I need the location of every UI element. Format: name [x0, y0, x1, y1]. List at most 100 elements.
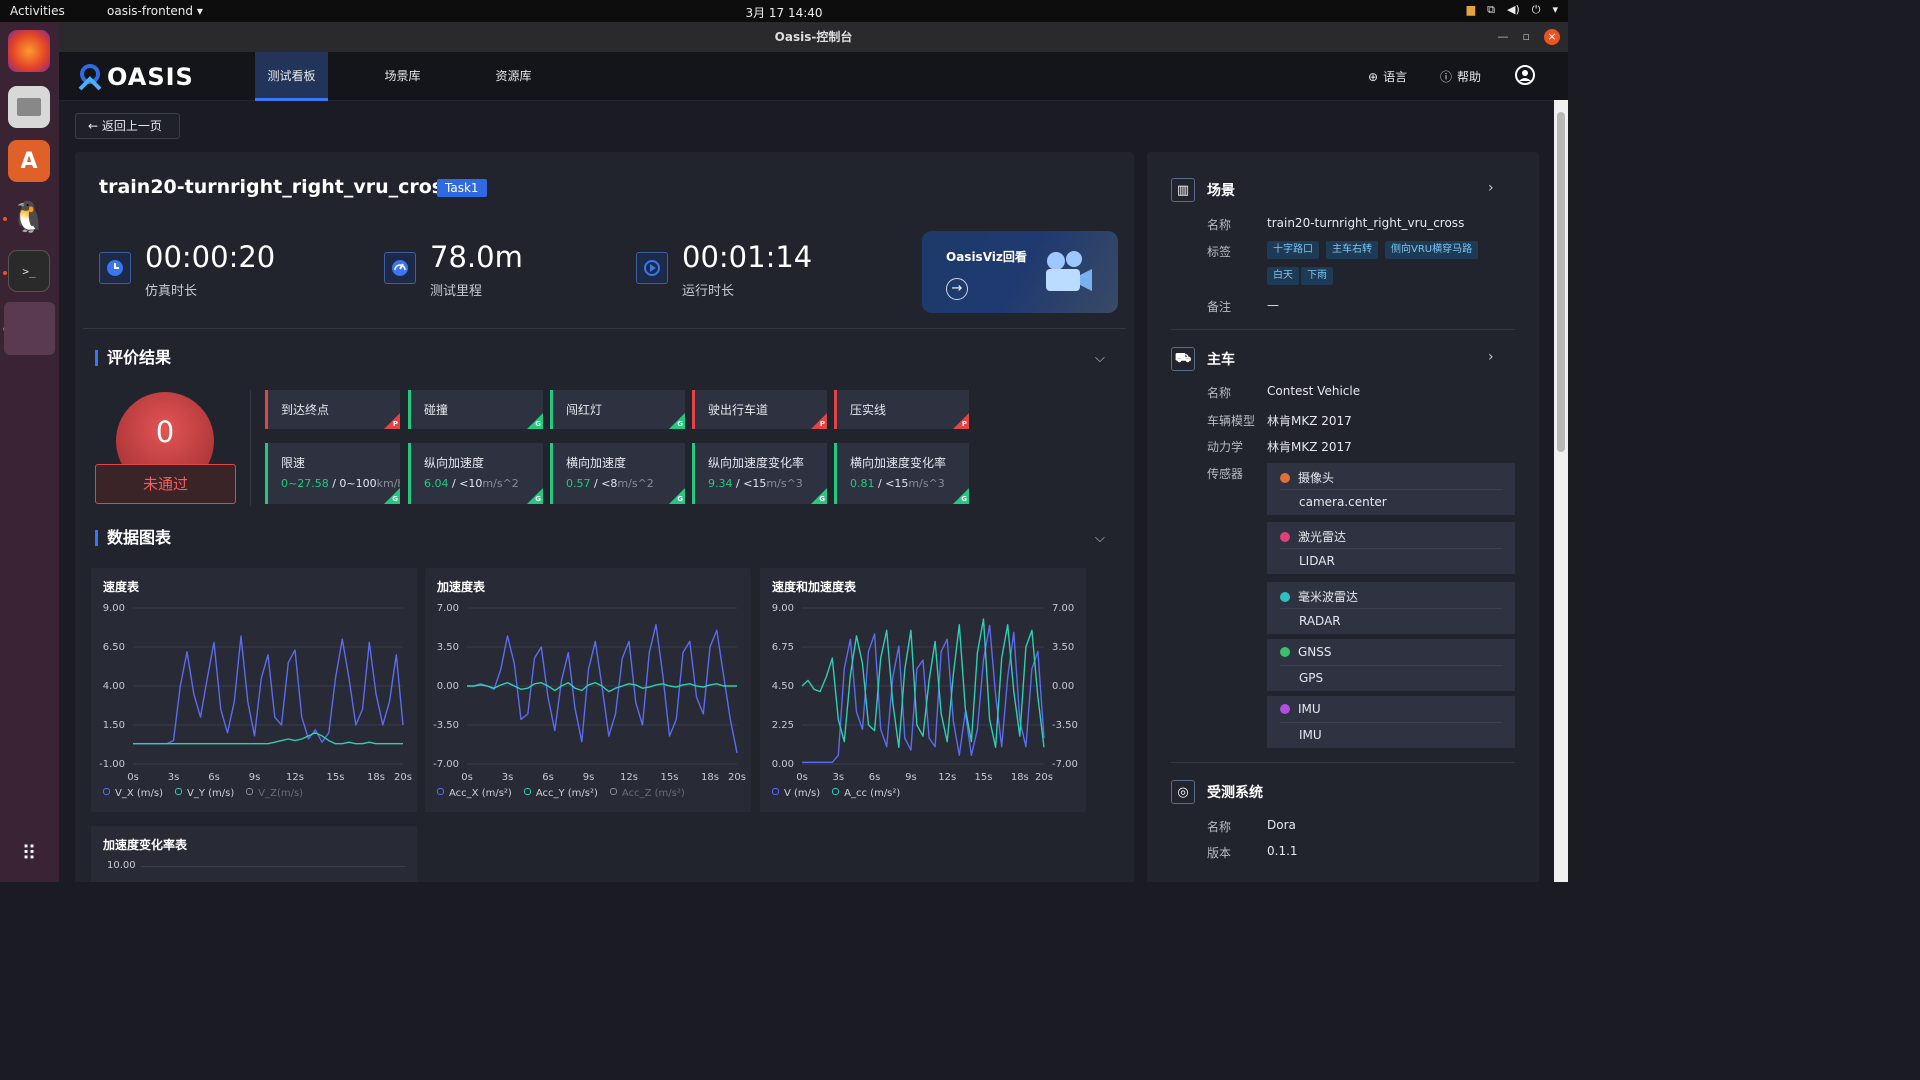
camera-icon: [1280, 472, 1290, 483]
field-label: 车辆模型: [1207, 414, 1256, 428]
legend-item[interactable]: V_X (m/s): [103, 788, 163, 799]
metric-name: 限速: [281, 456, 306, 470]
metric-value: 0.81: [850, 477, 875, 490]
x-tick-label: 9s: [905, 772, 917, 783]
metric-card: 纵向加速度 6.04 / <10m/s^2 G: [408, 443, 543, 504]
language-button[interactable]: ⊕ 语言: [1368, 68, 1407, 85]
tab-resources[interactable]: 资源库: [477, 52, 550, 101]
gnss-icon: [1280, 647, 1290, 657]
chart-panel: 加速度表 7.00 3.50 0.00 -3.50 -7.00 0s 3s 6s 9s 12s 15…: [425, 568, 751, 812]
chevron-down-icon[interactable]: ▾: [1552, 3, 1558, 17]
y-tick-label: 0.00: [437, 681, 459, 692]
field-label: 名称: [1207, 386, 1232, 400]
metric-value: 6.04: [424, 477, 449, 490]
scene-header: ▥ 场景: [1171, 178, 1235, 202]
legend-item[interactable]: A_cc (m/s²): [832, 788, 900, 799]
qq-icon[interactable]: 🐧: [8, 196, 50, 238]
metric-name: 纵向加速度变化率: [708, 456, 805, 470]
x-tick-label: 18s: [367, 772, 385, 783]
legend-item[interactable]: Acc_X (m/s²): [437, 788, 512, 799]
sut-title: 受测系统: [1207, 785, 1263, 801]
help-button[interactable]: ⓘ 帮助: [1440, 68, 1481, 85]
metric-value: 0~27.58: [281, 477, 329, 490]
user-icon: [1515, 65, 1535, 85]
arrow-right-icon[interactable]: →: [946, 278, 968, 300]
legend-item[interactable]: Acc_Y (m/s²): [524, 788, 598, 799]
scrollbar-thumb[interactable]: [1557, 112, 1565, 452]
x-tick-label: 20s: [394, 772, 412, 783]
metric-flag: G: [384, 488, 400, 504]
clock[interactable]: 3月 17 14:40: [0, 4, 1568, 21]
stat-value: 00:01:14: [682, 240, 813, 274]
legend-item[interactable]: V_Y (m/s): [175, 788, 234, 799]
legend-item[interactable]: V_Z(m/s): [246, 788, 303, 799]
tab-scenarios[interactable]: 场景库: [366, 52, 439, 101]
y-tick-label: 4.50: [772, 681, 794, 692]
check-card: 碰撞 G: [408, 390, 543, 429]
chart-legend: V (m/s) A_cc (m/s²): [772, 788, 900, 799]
x-tick-label: 9s: [583, 772, 595, 783]
chart-legend: V_X (m/s) V_Y (m/s) V_Z(m/s): [103, 788, 303, 799]
clock-icon: [99, 252, 131, 284]
user-avatar[interactable]: [1515, 65, 1535, 85]
power-icon[interactable]: ⏻: [1532, 3, 1541, 17]
arrow-left-icon: ←: [88, 119, 99, 133]
chart-panel: 速度和加速度表 9.00 7.00 6.75 3.50 4.50 0.00 2.25 -3.5…: [760, 568, 1086, 812]
metric-unit: m/s^3: [908, 477, 945, 490]
sensor-type: GNSS: [1298, 645, 1332, 659]
check-name: 闯红灯: [566, 403, 603, 417]
dock: A 🐧 >_ ⠿: [0, 22, 59, 882]
terminal-icon[interactable]: >_: [8, 250, 50, 292]
sensor-card: 激光雷达 LIDAR: [1267, 522, 1515, 574]
field-label: 名称: [1207, 820, 1232, 834]
maximize-icon[interactable]: ▫: [1523, 22, 1530, 52]
metric-value: 0.57: [566, 477, 591, 490]
tab-dashboard[interactable]: 测试看板: [255, 52, 328, 101]
x-tick-label: 3s: [833, 772, 845, 783]
app-grid-icon[interactable]: ⠿: [8, 832, 50, 874]
chart-title: 加速度变化率表: [103, 838, 188, 852]
scene-title: 场景: [1207, 183, 1235, 199]
back-button[interactable]: ← 返回上一页: [75, 113, 180, 139]
collapse-charts-icon[interactable]: ⌵: [1095, 531, 1105, 546]
software-center-icon[interactable]: A: [8, 140, 50, 182]
active-app-icon[interactable]: [4, 302, 55, 355]
keyboard-icon[interactable]: ▆: [1467, 3, 1475, 17]
field-label: 动力学: [1207, 440, 1244, 454]
chevron-right-icon[interactable]: ›: [1488, 349, 1494, 365]
oasis-logo[interactable]: OASIS: [77, 63, 194, 91]
field-label: 版本: [1207, 846, 1232, 860]
sut-version: 0.1.1: [1267, 844, 1298, 858]
check-name: 到达终点: [281, 403, 330, 417]
network-icon[interactable]: ⧉: [1487, 3, 1495, 17]
metric-flag: G: [669, 488, 685, 504]
volume-icon[interactable]: ◀): [1507, 3, 1520, 17]
x-tick-label: 0s: [127, 772, 139, 783]
charts-title: 数据图表: [95, 530, 171, 546]
check-flag: P: [953, 413, 969, 429]
x-tick-label: 15s: [327, 772, 345, 783]
sensor-id: GPS: [1299, 671, 1324, 685]
metric-card: 横向加速度变化率 0.81 / <15m/s^3 G: [834, 443, 969, 504]
stat-label: 测试里程: [430, 284, 483, 299]
sensor-card: IMU IMU: [1267, 696, 1515, 748]
files-icon[interactable]: [8, 86, 50, 128]
x-tick-label: 3s: [502, 772, 514, 783]
window-title: Oasis-控制台: [774, 30, 853, 44]
y2-tick-label: 7.00: [1052, 603, 1074, 614]
scene-tag: 侧向VRU横穿马路: [1385, 241, 1479, 259]
chevron-right-icon[interactable]: ›: [1488, 180, 1494, 196]
legend-item[interactable]: V (m/s): [772, 788, 820, 799]
y-tick-label: 6.75: [772, 642, 794, 653]
metric-unit: km/h: [376, 477, 400, 490]
collapse-evaluation-icon[interactable]: ⌵: [1095, 351, 1105, 366]
viz-label: OasisViz回看: [946, 250, 1027, 264]
minimize-icon[interactable]: —: [1498, 22, 1509, 52]
legend-item[interactable]: Acc_Z (m/s²): [610, 788, 685, 799]
close-icon[interactable]: ×: [1544, 29, 1560, 45]
oasisviz-replay-card[interactable]: OasisViz回看 →: [922, 231, 1118, 313]
stat-distance: 78.0m 测试里程: [384, 240, 523, 299]
scene-tag: 主车右转: [1326, 241, 1378, 259]
page-scrollbar[interactable]: [1554, 100, 1568, 882]
firefox-icon[interactable]: [8, 30, 50, 72]
